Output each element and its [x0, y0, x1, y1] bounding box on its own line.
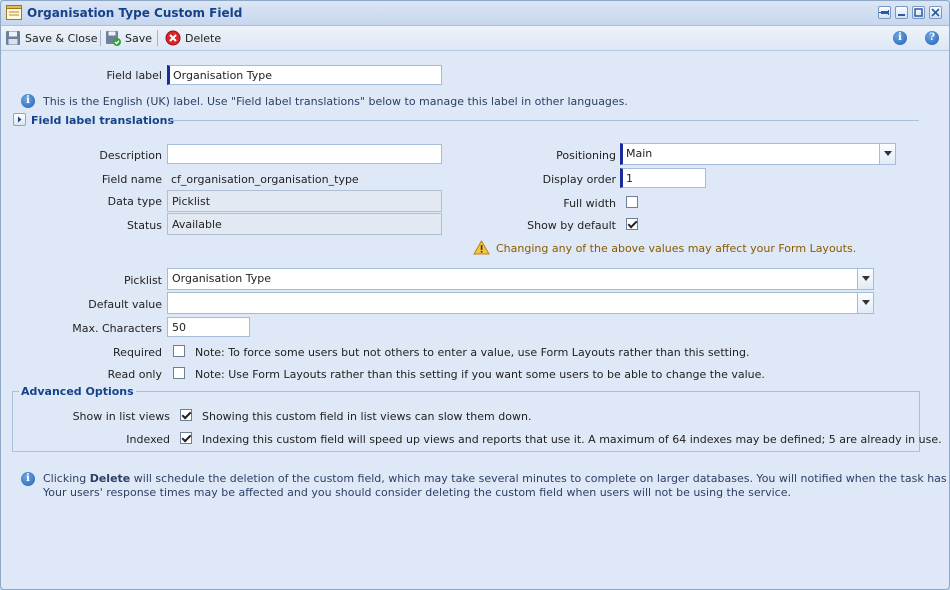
required-checkbox[interactable]: [173, 345, 185, 357]
indexed-note: Indexing this custom field will speed up…: [202, 433, 942, 446]
max-characters-label: Max. Characters: [72, 322, 162, 335]
translations-heading[interactable]: Field label translations: [31, 114, 174, 127]
picklist-value: Organisation Type: [172, 272, 272, 285]
show-in-list-label: Show in list views: [72, 410, 170, 423]
display-order-input[interactable]: 1: [620, 168, 706, 188]
display-order-label: Display order: [542, 173, 616, 186]
toolbar-separator: [100, 30, 101, 46]
window-form-icon: [6, 5, 22, 20]
save-label: Save: [125, 31, 153, 45]
field-name-value: cf_organisation_organisation_type: [171, 173, 359, 186]
info-icon: i: [21, 472, 35, 486]
show-by-default-label: Show by default: [527, 219, 616, 232]
chevron-down-icon[interactable]: [879, 144, 895, 164]
delete-info-line2: Your users' response times may be affect…: [43, 486, 791, 499]
help-icon[interactable]: ?: [925, 31, 939, 45]
advanced-options-heading: Advanced Options: [19, 385, 136, 398]
status-label: Status: [126, 219, 162, 232]
show-in-list-checkbox[interactable]: [180, 409, 192, 421]
toolbar: Save & Close Save Delete i ?: [1, 26, 949, 51]
save-check-icon: [106, 31, 121, 46]
read-only-checkbox[interactable]: [173, 367, 185, 379]
delete-button[interactable]: Delete: [165, 29, 221, 47]
positioning-value: Main: [626, 147, 653, 160]
pin-button[interactable]: [878, 6, 891, 19]
save-close-label: Save & Close: [25, 31, 98, 45]
minimize-icon: [898, 14, 905, 16]
default-value-select[interactable]: [167, 292, 874, 314]
close-button[interactable]: [929, 6, 942, 19]
data-type-value: Picklist: [167, 190, 442, 212]
maximize-icon: [914, 8, 923, 17]
delete-info-bold: Delete: [89, 472, 131, 485]
show-by-default-checkbox[interactable]: [626, 218, 638, 230]
full-width-label: Full width: [563, 197, 616, 210]
floppy-disk-icon: [6, 31, 20, 45]
translations-expand-button[interactable]: [13, 113, 26, 126]
delete-info-line1: Clicking Delete will schedule the deleti…: [43, 472, 950, 486]
delete-icon: [165, 30, 181, 46]
window-title: Organisation Type Custom Field: [27, 6, 243, 20]
minimize-button[interactable]: [895, 6, 908, 19]
delete-label: Delete: [185, 31, 222, 45]
form-content: Field label Organisation Type i This is …: [8, 52, 949, 584]
field-name-label: Field name: [101, 173, 162, 186]
save-close-button[interactable]: Save & Close: [5, 29, 98, 47]
description-input[interactable]: [167, 144, 442, 164]
picklist-select[interactable]: Organisation Type: [167, 268, 874, 290]
positioning-select[interactable]: Main: [620, 143, 896, 165]
picklist-label: Picklist: [123, 274, 162, 287]
info-icon[interactable]: i: [893, 31, 907, 45]
description-label: Description: [99, 149, 162, 162]
max-characters-input[interactable]: 50: [167, 317, 250, 337]
delete-info-note: Clicking Delete will schedule the deleti…: [43, 472, 950, 500]
read-only-note: Note: Use Form Layouts rather than this …: [195, 368, 765, 381]
chevron-down-icon[interactable]: [857, 269, 873, 289]
field-label-input[interactable]: Organisation Type: [167, 65, 442, 85]
field-label-label: Field label: [106, 69, 163, 82]
field-label-note: This is the English (UK) label. Use "Fie…: [43, 95, 628, 108]
expand-arrow-icon: [18, 116, 22, 123]
status-value: Available: [167, 213, 442, 235]
show-in-list-note: Showing this custom field in list views …: [202, 410, 532, 423]
layout-warning: Changing any of the above values may aff…: [496, 242, 857, 255]
maximize-button[interactable]: [912, 6, 925, 19]
indexed-checkbox[interactable]: [180, 432, 192, 444]
save-button[interactable]: Save: [105, 29, 152, 47]
warning-icon: [473, 240, 490, 255]
required-label: Required: [113, 346, 162, 359]
info-icon: i: [21, 94, 35, 108]
toolbar-separator: [157, 30, 158, 46]
section-divider: [170, 120, 919, 121]
full-width-checkbox[interactable]: [626, 196, 638, 208]
indexed-label: Indexed: [126, 433, 170, 446]
custom-field-window: Organisation Type Custom Field Save & Cl…: [0, 0, 950, 590]
required-note: Note: To force some users but not others…: [195, 346, 750, 359]
delete-info-prefix: Clicking: [43, 472, 90, 485]
title-bar[interactable]: Organisation Type Custom Field: [1, 1, 949, 26]
close-icon: [931, 8, 940, 17]
pin-icon: [879, 10, 889, 15]
data-type-label: Data type: [107, 195, 162, 208]
chevron-down-icon[interactable]: [857, 293, 873, 313]
delete-info-rest: will schedule the deletion of the custom…: [130, 472, 950, 485]
default-value-label: Default value: [88, 298, 162, 311]
positioning-label: Positioning: [556, 149, 616, 162]
read-only-label: Read only: [107, 368, 162, 381]
